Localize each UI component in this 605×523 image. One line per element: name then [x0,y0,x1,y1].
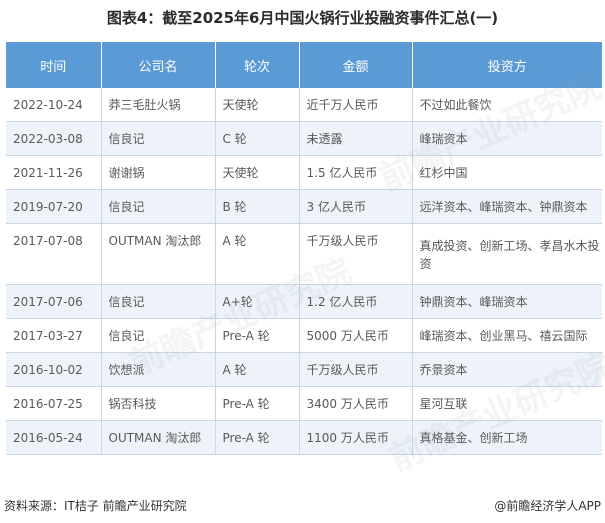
cell-amount: 1.5 亿人民币 [299,155,413,190]
cell-investors: 星河互联 [412,386,602,421]
cell-round: C 轮 [215,121,300,156]
header-company: 公司名 [101,42,216,88]
cell-investors: 峰瑞资本、创业黑马、禧云国际 [412,318,602,353]
cell-investors: 真成投资、创新工场、孝昌水木投资 [412,223,602,285]
cell-company: OUTMAN 淘汰郎 [101,223,216,285]
header-investors: 投资方 [412,42,602,88]
cell-investors: 真格基金、创新工场 [412,420,602,455]
cell-round: 天使轮 [215,88,300,122]
table-row: 2017-07-06 信良记 A+轮 1.2 亿人民币 钟鼎资本、峰瑞资本 [6,284,602,319]
cell-time: 2019-07-20 [6,189,102,224]
page-title: 图表4：截至2025年6月中国火锅行业投融资事件汇总(一) [106,9,499,27]
cell-company: 信良记 [101,121,216,156]
cell-amount: 千万级人民币 [299,223,413,285]
cell-round: 天使轮 [215,155,300,190]
cell-company: 饮想派 [101,352,216,387]
cell-round: Pre-A 轮 [215,420,300,455]
cell-amount: 3 亿人民币 [299,189,413,224]
table-row: 2022-03-08 信良记 C 轮 未透露 峰瑞资本 [6,121,602,156]
source-note: 资料来源：IT桔子 前瞻产业研究院 [4,499,187,513]
header-amount: 金额 [299,42,413,88]
cell-investors: 不过如此餐饮 [412,88,602,122]
table-row: 2016-10-02 饮想派 A 轮 千万级人民币 乔景资本 [6,352,602,387]
cell-time: 2017-03-27 [6,318,102,353]
cell-round: A+轮 [215,284,300,319]
cell-round: Pre-A 轮 [215,318,300,353]
cell-amount: 未透露 [299,121,413,156]
cell-amount: 千万级人民币 [299,352,413,387]
cell-time: 2016-10-02 [6,352,102,387]
cell-investors: 乔景资本 [412,352,602,387]
cell-investors: 钟鼎资本、峰瑞资本 [412,284,602,319]
cell-company: OUTMAN 淘汰郎 [101,420,216,455]
cell-investors: 远洋资本、峰瑞资本、钟鼎资本 [412,189,602,224]
cell-round: Pre-A 轮 [215,386,300,421]
cell-round: A 轮 [215,223,300,285]
cell-time: 2022-03-08 [6,121,102,156]
table-row: 2017-07-08 OUTMAN 淘汰郎 A 轮 千万级人民币 真成投资、创新… [6,223,602,285]
cell-company: 信良记 [101,284,216,319]
cell-company: 锅否科技 [101,386,216,421]
cell-time: 2021-11-26 [6,155,102,190]
table-row: 2019-07-20 信良记 B 轮 3 亿人民币 远洋资本、峰瑞资本、钟鼎资本 [6,189,602,224]
cell-time: 2016-05-24 [6,420,102,455]
cell-company: 信良记 [101,189,216,224]
table-row: 2022-10-24 莽三毛肚火锅 天使轮 近千万人民币 不过如此餐饮 [6,88,602,122]
cell-investors: 峰瑞资本 [412,121,602,156]
cell-company: 信良记 [101,318,216,353]
cell-time: 2022-10-24 [6,88,102,122]
table-header-row: 时间 公司名 轮次 金额 投资方 [6,42,602,88]
footer: 资料来源：IT桔子 前瞻产业研究院 @前瞻经济学人APP [4,497,601,515]
table-row: 2017-03-27 信良记 Pre-A 轮 5000 万人民币 峰瑞资本、创业… [6,318,602,353]
cell-round: B 轮 [215,189,300,224]
table-row: 2021-11-26 谢谢锅 天使轮 1.5 亿人民币 红杉中国 [6,155,602,190]
cell-investors: 红杉中国 [412,155,602,190]
table-row: 2016-07-25 锅否科技 Pre-A 轮 3400 万人民币 星河互联 [6,386,602,421]
cell-time: 2017-07-06 [6,284,102,319]
cell-time: 2016-07-25 [6,386,102,421]
header-round: 轮次 [215,42,300,88]
brand-credit: @前瞻经济学人APP [494,499,601,513]
cell-amount: 5000 万人民币 [299,318,413,353]
header-time: 时间 [6,42,102,88]
investment-table: 时间 公司名 轮次 金额 投资方 2022-10-24 莽三毛肚火锅 天使轮 近… [6,42,602,455]
cell-company: 谢谢锅 [101,155,216,190]
table-row: 2016-05-24 OUTMAN 淘汰郎 Pre-A 轮 1100 万人民币 … [6,420,602,455]
cell-amount: 1100 万人民币 [299,420,413,455]
cell-round: A 轮 [215,352,300,387]
cell-amount: 近千万人民币 [299,88,413,122]
cell-company: 莽三毛肚火锅 [101,88,216,122]
cell-amount: 3400 万人民币 [299,386,413,421]
cell-time: 2017-07-08 [6,223,102,285]
cell-amount: 1.2 亿人民币 [299,284,413,319]
